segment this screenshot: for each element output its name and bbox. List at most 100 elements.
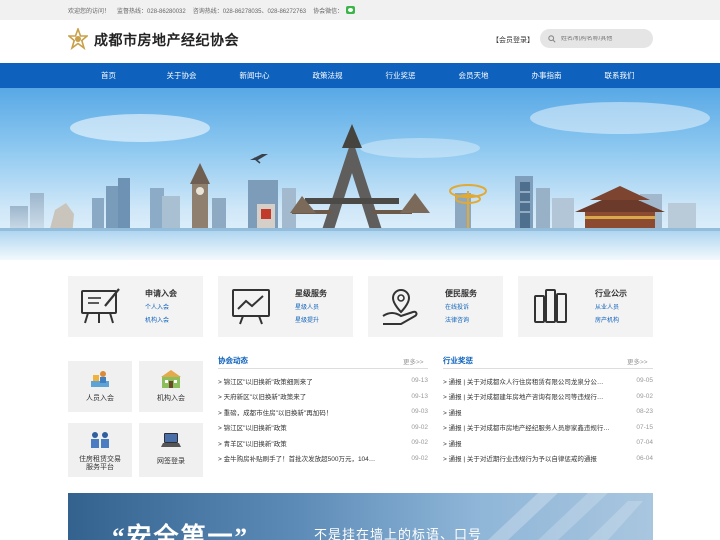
award-item[interactable]: > 通报 07-04	[443, 435, 653, 451]
award-item-title[interactable]: > 通报	[443, 438, 633, 448]
nav-about[interactable]: 关于协会	[145, 70, 218, 81]
quick-link-label: 机构入会	[157, 395, 185, 402]
promo-subtitle: 不是挂在墙上的标语、口号	[314, 527, 483, 540]
award-item-title[interactable]: > 通报 | 关于对成都市房地产经纪服务人员廖家鑫违规行…	[443, 422, 633, 432]
award-item-date: 09-05	[636, 377, 653, 385]
feature-link-star-upgrade[interactable]: 星级提升	[295, 315, 319, 324]
wechat-label: 协会微信：	[313, 8, 344, 15]
awards-more-link[interactable]: 更多>>	[627, 356, 648, 366]
quick-link-label: 人员入会	[86, 395, 114, 402]
news-section-title[interactable]: 协会动态	[218, 355, 248, 366]
feature-card-public-notice[interactable]: 行业公示 从业人员 房产机构	[518, 276, 653, 337]
news-divider	[218, 368, 428, 369]
awards-divider	[443, 368, 653, 369]
laptop-icon	[161, 433, 181, 447]
news-item-date: 09-02	[411, 454, 428, 462]
award-item-date: 09-02	[636, 392, 653, 400]
feature-link-legal-advice[interactable]: 法律咨询	[445, 315, 469, 324]
city-skyline-image	[0, 102, 720, 260]
award-item-date: 06-04	[636, 454, 653, 462]
nav-policy[interactable]: 政策法规	[291, 70, 364, 81]
award-item-date: 08-23	[636, 408, 653, 416]
award-item-title[interactable]: > 通报 | 关于对近期行业违规行为予以自律惩戒的通报	[443, 453, 633, 463]
award-item-date: 07-04	[636, 439, 653, 447]
member-login-link[interactable]: 【会员登录】	[492, 35, 534, 45]
news-item-title[interactable]: > 锦江区"以旧换新"政策	[218, 422, 408, 432]
welcome-text: 欢迎您的访问！	[68, 8, 111, 15]
news-item-title[interactable]: > 金牛购房补贴刷手了！首批次发放超500万元，104…	[218, 453, 408, 463]
consult-hotline: 咨询热线：028-86278035、028-86272763	[192, 8, 307, 15]
nav-awards[interactable]: 行业奖惩	[364, 70, 437, 81]
wechat-link[interactable]: 协会微信：	[313, 6, 356, 15]
feature-link-org-join[interactable]: 机构入会	[145, 315, 169, 324]
news-item-title[interactable]: > 锦江区"以旧换新"政策细则来了	[218, 376, 408, 386]
association-logo-icon[interactable]	[68, 28, 88, 50]
news-item-date: 09-13	[411, 377, 428, 385]
award-item[interactable]: > 通报 | 关于对成都众人行住房租赁有限公司龙泉分公… 09-05	[443, 373, 653, 389]
news-item-date: 09-02	[411, 439, 428, 447]
quick-link-org-join[interactable]: 机构入会	[139, 361, 203, 412]
promo-quote: “安全第一”	[112, 524, 250, 540]
main-nav: 首页 关于协会 新闻中心 政策法规 行业奖惩 会员天地 办事指南 联系我们	[0, 63, 720, 88]
presentation-board-icon	[81, 288, 120, 324]
news-item-title[interactable]: > 青羊区"以旧换新"政策	[218, 438, 408, 448]
person-icon	[91, 371, 109, 387]
awards-list: > 通报 | 关于对成都众人行住房租赁有限公司龙泉分公… 09-05 > 通报 |…	[443, 373, 653, 466]
award-item-title[interactable]: > 通报	[443, 407, 633, 417]
nav-members[interactable]: 会员天地	[437, 70, 510, 81]
nav-home[interactable]: 首页	[72, 70, 145, 81]
news-item[interactable]: > 金牛购房补贴刷手了！首批次发放超500万元，104… 09-02	[218, 451, 428, 467]
site-title[interactable]: 成都市房地产经纪协会	[94, 30, 239, 50]
news-item[interactable]: > 重磅，成都市住房"以旧换新"再加码！ 09-03	[218, 404, 428, 420]
news-list: > 锦江区"以旧换新"政策细则来了 09-13 > 天府新区"以旧换新"政策来了 0…	[218, 373, 428, 466]
hero-banner	[0, 88, 720, 260]
news-item-title[interactable]: > 重磅，成都市住房"以旧换新"再加码！	[218, 407, 408, 417]
award-item-date: 07-15	[636, 423, 653, 431]
feature-link-personal-join[interactable]: 个人入会	[145, 302, 169, 311]
news-item-date: 09-03	[411, 408, 428, 416]
award-item[interactable]: > 通报 | 关于对成都市房地产经纪服务人员廖家鑫违规行… 07-15	[443, 420, 653, 436]
news-item[interactable]: > 锦江区"以旧换新"政策细则来了 09-13	[218, 373, 428, 389]
news-item[interactable]: > 青羊区"以旧换新"政策 09-02	[218, 435, 428, 451]
search-icon[interactable]	[548, 34, 556, 43]
nav-guide[interactable]: 办事指南	[510, 70, 583, 81]
feature-title: 行业公示	[595, 289, 627, 298]
feature-link-practitioners[interactable]: 从业人员	[595, 302, 619, 311]
news-item-date: 09-02	[411, 423, 428, 431]
quick-link-rental-platform[interactable]: 住房租赁交易服务平台	[68, 423, 132, 477]
feature-card-membership[interactable]: 申请入会 个人入会 机构入会	[68, 276, 203, 337]
people-icon	[91, 432, 109, 448]
nav-contact[interactable]: 联系我们	[583, 70, 656, 81]
feature-title: 便民服务	[445, 289, 477, 298]
award-item[interactable]: > 通报 | 关于对近期行业违规行为予以自律惩戒的通报 06-04	[443, 451, 653, 467]
quick-link-label: 住房租赁交易服务平台	[79, 456, 121, 471]
growth-chart-icon	[232, 289, 270, 325]
quick-link-personal-join[interactable]: 人员入会	[68, 361, 132, 412]
news-item-title[interactable]: > 天府新区"以旧换新"政策来了	[218, 391, 408, 401]
search-input[interactable]	[561, 35, 646, 42]
award-item[interactable]: > 通报 08-23	[443, 404, 653, 420]
news-more-link[interactable]: 更多>>	[403, 356, 424, 366]
feature-title: 申请入会	[145, 289, 177, 298]
feature-link-online-complaint[interactable]: 在线投诉	[445, 302, 469, 311]
wechat-icon[interactable]	[346, 6, 356, 14]
news-item-date: 09-13	[411, 392, 428, 400]
supervise-hotline: 监督热线：028-86280032	[117, 8, 186, 15]
search-box[interactable]	[540, 29, 653, 48]
award-item[interactable]: > 通报 | 关于对成都建年房地产咨询有限公司等违规行… 09-02	[443, 389, 653, 405]
quick-link-contract-login[interactable]: 网签登录	[139, 423, 203, 477]
quick-link-label: 网签登录	[157, 458, 185, 465]
safety-promo-banner[interactable]: “安全第一” 不是挂在墙上的标语、口号	[68, 493, 653, 540]
news-item[interactable]: > 锦江区"以旧换新"政策 09-02	[218, 420, 428, 436]
nav-news[interactable]: 新闻中心	[218, 70, 291, 81]
feature-link-star-personnel[interactable]: 星级人员	[295, 302, 319, 311]
award-item-title[interactable]: > 通报 | 关于对成都众人行住房租赁有限公司龙泉分公…	[443, 376, 633, 386]
award-item-title[interactable]: > 通报 | 关于对成都建年房地产咨询有限公司等违规行…	[443, 391, 633, 401]
awards-section-title[interactable]: 行业奖惩	[443, 355, 473, 366]
header: 成都市房地产经纪协会 【会员登录】	[0, 20, 720, 63]
feature-card-star-service[interactable]: 星级服务 星级人员 星级提升	[218, 276, 353, 337]
news-item[interactable]: > 天府新区"以旧换新"政策来了 09-13	[218, 389, 428, 405]
feature-card-public-service[interactable]: 便民服务 在线投诉 法律咨询	[368, 276, 503, 337]
feature-title: 星级服务	[295, 289, 327, 298]
feature-link-agencies[interactable]: 房产机构	[595, 315, 619, 324]
